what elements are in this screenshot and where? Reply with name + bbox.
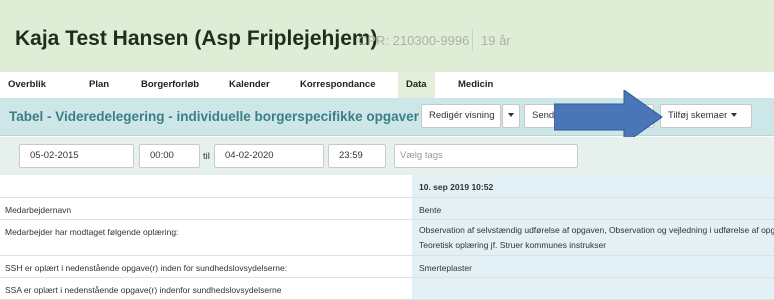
to-time-input[interactable]: 23:59 [328, 144, 386, 168]
date-filter-bar: 05-02-2015 00:00 til 04-02-2020 23:59 Væ… [0, 137, 774, 175]
column-header-cell: 10. sep 2019 10:52 [412, 175, 774, 197]
row-value-cell: Observation af selvstændig udførelse af … [412, 220, 774, 255]
patient-age: 19 år [481, 33, 511, 48]
tags-input[interactable]: Vælg tags [394, 144, 578, 168]
table-row: Medarbejdernavn Bente [0, 198, 774, 220]
send-label: Send [532, 110, 555, 121]
row-value-cell: Smerteplaster [412, 256, 774, 277]
row-label: SSA er oplært i nedenstående opgave(r) i… [5, 285, 282, 295]
edit-view-label: Redigér visning [429, 110, 495, 121]
row-value: Smerteplaster [419, 263, 472, 273]
table-row: SSA er oplært i nedenstående opgave(r) i… [0, 278, 774, 300]
annotation-arrow-icon [554, 90, 663, 144]
edit-view-button[interactable]: Redigér visning [421, 104, 501, 128]
tab-kalender[interactable]: Kalender [229, 72, 270, 98]
tab-borgerforloeb[interactable]: Borgerforløb [141, 72, 199, 98]
row-value: Bente [419, 205, 442, 215]
tab-overblik[interactable]: Overblik [8, 72, 46, 98]
table-row: SSH er oplært i nedenstående opgave(r) i… [0, 256, 774, 278]
patient-cpr: CPR: 210300-9996 [358, 33, 470, 48]
tab-data[interactable]: Data [398, 72, 435, 98]
row-value-cell: Bente [412, 198, 774, 219]
tab-korrespondance[interactable]: Korrespondance [300, 72, 376, 98]
row-label: Medarbejdernavn [5, 205, 72, 215]
tab-medicin[interactable]: Medicin [458, 72, 493, 98]
header-divider [472, 29, 473, 51]
tab-plan[interactable]: Plan [89, 72, 109, 98]
row-label: Medarbejder har modtaget følgende oplæri… [5, 227, 179, 237]
column-header: 10. sep 2019 10:52 [419, 182, 494, 192]
table-row: Medarbejder har modtaget følgende oplæri… [0, 220, 774, 256]
from-time-input[interactable]: 00:00 [139, 144, 200, 168]
chevron-down-icon [508, 113, 514, 118]
chevron-down-icon [731, 113, 738, 118]
row-value: Observation af selvstændig udførelse af … [419, 225, 774, 250]
page-title: Tabel - Videredelegering - individuelle … [9, 109, 419, 124]
patient-name: Kaja Test Hansen (Asp Friplejehjem) [15, 27, 378, 50]
row-label: SSH er oplært i nedenstående opgave(r) i… [5, 263, 288, 273]
patient-header: Kaja Test Hansen (Asp Friplejehjem) CPR:… [0, 0, 774, 72]
to-date-input[interactable]: 04-02-2020 [214, 144, 324, 168]
data-table: 10. sep 2019 10:52 Medarbejdernavn Bente… [0, 175, 774, 300]
add-schema-label: Tilføj skemaer [668, 110, 728, 121]
table-header-row: 10. sep 2019 10:52 [0, 175, 774, 198]
from-date-input[interactable]: 05-02-2015 [19, 144, 134, 168]
add-schema-button[interactable]: Tilføj skemaer [660, 104, 752, 128]
edit-view-dropdown-toggle[interactable] [502, 104, 520, 128]
row-value-cell [412, 278, 774, 299]
date-range-separator: til [203, 151, 210, 162]
